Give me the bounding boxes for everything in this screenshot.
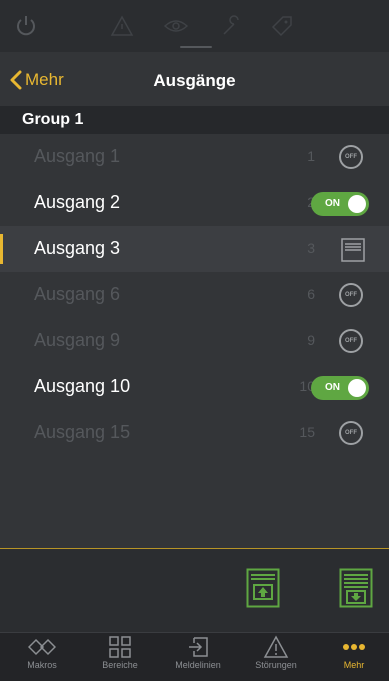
macros-icon	[28, 638, 56, 656]
on-off-toggle[interactable]: ON	[311, 375, 369, 400]
power-icon[interactable]	[14, 14, 38, 43]
areas-icon	[109, 636, 131, 658]
on-off-toggle[interactable]: ON	[311, 191, 369, 216]
off-indicator: OFF	[339, 421, 363, 445]
list-item[interactable]: Ausgang 6 6 OFF	[0, 272, 389, 318]
tab-mehr[interactable]: Mehr	[319, 635, 389, 670]
tab-label: Bereiche	[102, 660, 138, 670]
list-item[interactable]: Ausgang 9 9 OFF	[0, 318, 389, 364]
output-number: 9	[307, 332, 315, 348]
off-indicator: OFF	[339, 283, 363, 307]
off-indicator: OFF	[339, 145, 363, 169]
off-button[interactable]: OFF	[339, 145, 369, 169]
tab-bereiche[interactable]: Bereiche	[85, 635, 155, 670]
group-header: Group 1	[0, 106, 389, 134]
list-item[interactable]: Ausgang 2 2 ON	[0, 180, 389, 226]
toggle-knob	[348, 379, 366, 397]
tab-label: Makros	[27, 660, 57, 670]
page-title: Ausgänge	[153, 71, 236, 90]
action-panel	[0, 548, 389, 632]
toggle-label: ON	[325, 382, 340, 393]
list-item[interactable]: Ausgang 10 10 ON	[0, 364, 389, 410]
output-name: Ausgang 9	[34, 330, 121, 350]
output-name: Ausgang 1	[34, 146, 121, 166]
output-name: Ausgang 6	[34, 284, 121, 304]
toggle-track: ON	[311, 376, 369, 400]
shutter-down-button[interactable]	[339, 568, 373, 613]
output-number: 1	[307, 148, 315, 164]
tab-makros[interactable]: Makros	[7, 635, 77, 670]
more-icon	[343, 644, 365, 650]
wrench-icon[interactable]	[220, 14, 244, 43]
eye-icon[interactable]	[163, 14, 189, 43]
off-button[interactable]: OFF	[339, 283, 369, 307]
off-indicator: OFF	[339, 329, 363, 353]
shutter-down-icon	[339, 568, 373, 608]
shutter-icon[interactable]	[340, 237, 366, 268]
output-name: Ausgang 2	[34, 192, 121, 212]
output-name: Ausgang 3	[34, 238, 121, 258]
output-name: Ausgang 15	[34, 422, 131, 442]
zones-icon	[189, 637, 208, 657]
off-button[interactable]: OFF	[339, 421, 369, 445]
off-button[interactable]: OFF	[339, 329, 369, 353]
toggle-track: ON	[311, 192, 369, 216]
drag-handle[interactable]	[180, 46, 212, 48]
tab-stoerungen[interactable]: Störungen	[241, 635, 311, 670]
list-item[interactable]: Ausgang 15 15 OFF	[0, 410, 389, 456]
tab-label: Meldelinien	[175, 660, 221, 670]
tab-bar: Makros Bereiche Meldelinien Störungen Me…	[0, 632, 389, 681]
tag-icon[interactable]	[270, 14, 294, 43]
faults-icon	[263, 635, 289, 658]
toggle-knob	[348, 195, 366, 213]
output-number: 3	[307, 240, 315, 256]
warning-icon[interactable]	[110, 14, 134, 43]
status-icon-bar	[0, 0, 389, 52]
list-item-selected[interactable]: Ausgang 3 3	[0, 226, 389, 272]
outputs-list: Ausgang 1 1 OFF Ausgang 2 2 ON Ausgang 3…	[0, 134, 389, 456]
shutter-up-button[interactable]	[246, 568, 280, 613]
output-number: 15	[299, 424, 315, 440]
output-number: 6	[307, 286, 315, 302]
tab-label: Störungen	[255, 660, 297, 670]
toggle-label: ON	[325, 198, 340, 209]
tab-meldelinien[interactable]: Meldelinien	[163, 635, 233, 670]
shutter-up-icon	[246, 568, 280, 608]
tab-label: Mehr	[343, 660, 365, 670]
output-name: Ausgang 10	[34, 376, 131, 396]
navigation-bar: Mehr Ausgänge	[0, 58, 389, 104]
selection-indicator	[0, 234, 3, 264]
list-item[interactable]: Ausgang 1 1 OFF	[0, 134, 389, 180]
